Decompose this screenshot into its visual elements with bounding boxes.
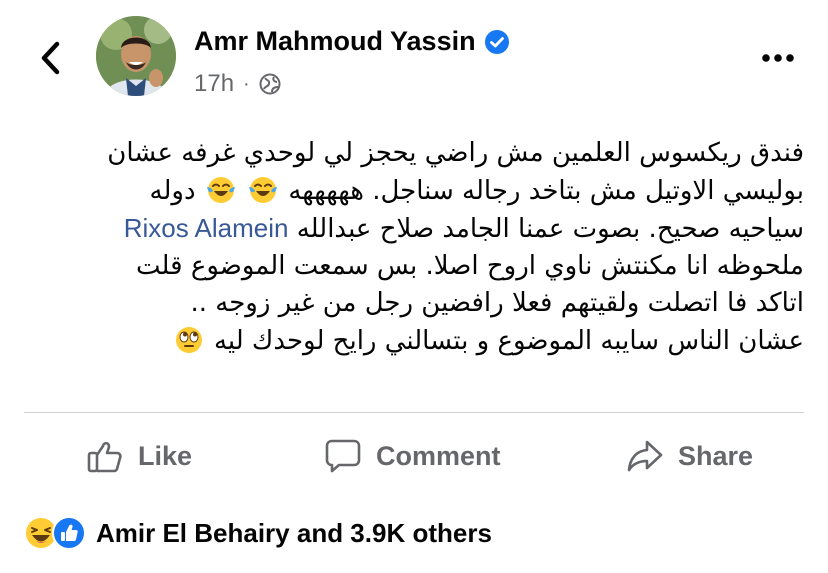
post-line: ملحوظه انا مكنتش ناوي اروح اصلا. بس سمعت… xyxy=(135,250,804,281)
tears-of-joy-emoji-icon xyxy=(249,176,278,203)
rolling-eyes-emoji-icon xyxy=(175,326,202,353)
like-label: Like xyxy=(138,440,193,471)
back-button[interactable] xyxy=(30,38,70,78)
post-line: اتاكد فا اتصلت ولقيتهم فعلا رافضين رجل م… xyxy=(190,288,804,318)
verified-badge-icon xyxy=(484,29,509,54)
meta-separator: · xyxy=(243,72,250,95)
post-text: فندق ريكسوس العلمين مش راضي يحجز لي لوحد… xyxy=(14,135,804,360)
post-line-text: سياحيه صحيح. بصوت عمنا الجامد صلاح عبدال… xyxy=(296,214,804,244)
thumbs-up-icon xyxy=(87,441,122,473)
post-line: عشان الناس سايبه الموضوع و بتسالني رايح … xyxy=(14,323,804,361)
avatar-image xyxy=(96,16,176,96)
tears-of-joy-emoji-icon xyxy=(206,176,235,203)
comment-label: Comment xyxy=(376,440,501,471)
like-reaction-icon xyxy=(52,516,86,550)
post-line-text: دوله xyxy=(149,175,196,206)
post-line: فندق ريكسوس العلمين مش راضي يحجز لي لوحد… xyxy=(107,138,804,168)
share-label: Share xyxy=(678,440,754,471)
post-line-text: عشان الناس سايبه الموضوع و بتسالني رايح … xyxy=(213,325,804,356)
reaction-icons xyxy=(24,516,86,550)
reactions-summary[interactable]: Amir El Behairy and 3.9K others xyxy=(24,516,492,550)
like-button[interactable]: Like xyxy=(86,424,192,488)
mention-link[interactable]: Rixos Alamein xyxy=(124,213,289,243)
reactions-text[interactable]: Amir El Behairy and 3.9K others xyxy=(96,518,492,549)
post-line-text: بوليسي الاوتيل مش بتاخد رجاله سناجل. ههه… xyxy=(288,175,804,206)
more-horizontal-icon xyxy=(762,54,794,62)
globe-icon[interactable] xyxy=(259,73,281,95)
share-button[interactable]: Share xyxy=(626,424,753,488)
avatar[interactable] xyxy=(96,16,176,96)
post-line: بوليسي الاوتيل مش بتاخد رجاله سناجل. ههه… xyxy=(14,173,804,211)
post-actions-bar: Like Comment Share xyxy=(0,424,828,488)
comment-icon xyxy=(325,439,361,473)
more-options-button[interactable] xyxy=(756,40,800,76)
author-name[interactable]: Amr Mahmoud Yassin xyxy=(194,26,476,57)
post-line: سياحيه صحيح. بصوت عمنا الجامد صلاح عبدال… xyxy=(14,210,804,248)
comment-button[interactable]: Comment xyxy=(324,424,501,488)
share-arrow-icon xyxy=(627,440,663,472)
post-timestamp[interactable]: 17h xyxy=(194,70,234,98)
chevron-left-icon xyxy=(41,41,60,75)
divider xyxy=(24,412,804,413)
